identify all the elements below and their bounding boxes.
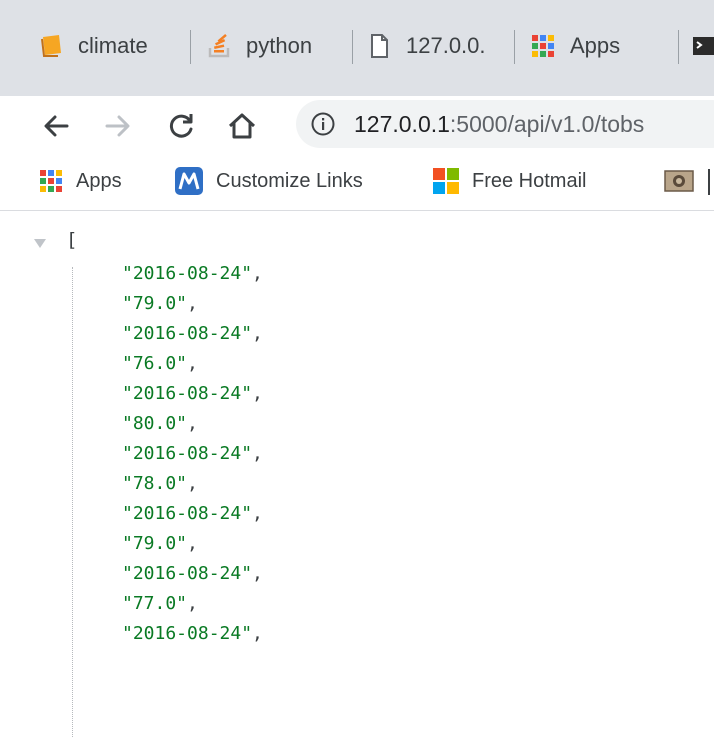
- json-string-value: "2016-08-24": [122, 383, 253, 404]
- json-string-value: "79.0": [122, 533, 188, 554]
- json-string-value: "2016-08-24": [122, 263, 253, 284]
- json-array-item: "79.0",: [122, 529, 263, 559]
- json-string-value: "2016-08-24": [122, 323, 253, 344]
- bookmark-label: Apps: [76, 169, 122, 192]
- bookmark-free-hotmail[interactable]: Free Hotmail: [432, 166, 586, 196]
- bookmark-label: Free Hotmail: [472, 169, 587, 192]
- browser-toolbar: 127.0.0.1:5000/api/v1.0/tobs: [0, 96, 714, 152]
- json-open-bracket: [: [66, 229, 78, 251]
- json-comma: ,: [252, 263, 263, 284]
- json-string-value: "78.0": [122, 473, 188, 494]
- json-comma: ,: [187, 293, 198, 314]
- tab-label: python: [246, 33, 313, 58]
- json-comma: ,: [252, 623, 263, 644]
- json-comma: ,: [252, 503, 263, 524]
- json-string-value: "2016-08-24": [122, 443, 253, 464]
- json-array-item: "2016-08-24",: [122, 559, 263, 589]
- json-string-value: "77.0": [122, 593, 188, 614]
- tab-separator: [514, 30, 515, 64]
- json-comma: ,: [187, 353, 198, 374]
- json-array-item: "77.0",: [122, 589, 263, 619]
- json-comma: ,: [252, 563, 263, 584]
- json-comma: ,: [187, 413, 198, 434]
- tab-apps[interactable]: Apps: [530, 22, 660, 70]
- json-string-value: "80.0": [122, 413, 188, 434]
- page-icon: [371, 34, 388, 58]
- url-path: :5000/api/v1.0/tobs: [449, 110, 645, 137]
- url-host: 127.0.0.1: [354, 110, 450, 137]
- json-array-item: "2016-08-24",: [122, 439, 263, 469]
- tab-python[interactable]: python: [206, 22, 346, 70]
- bookmark-customize-links[interactable]: Customize Links: [174, 166, 363, 196]
- json-string-value: "2016-08-24": [122, 503, 253, 524]
- json-array-item: "2016-08-24",: [122, 319, 263, 349]
- collapse-toggle-icon[interactable]: [34, 239, 46, 248]
- back-button[interactable]: [34, 104, 78, 148]
- m-logo-icon: [175, 167, 203, 195]
- tab-separator: [678, 30, 679, 64]
- json-comma: ,: [252, 323, 263, 344]
- apps-grid-icon: [532, 35, 554, 57]
- json-array-item: "2016-08-24",: [122, 259, 263, 289]
- json-array-item: "78.0",: [122, 469, 263, 499]
- bookmark-photo[interactable]: [664, 166, 694, 196]
- json-array-item: "79.0",: [122, 289, 263, 319]
- bookmark-label: Customize Links: [216, 169, 363, 192]
- json-array-item: "80.0",: [122, 409, 263, 439]
- tab-label: climate: [78, 33, 148, 58]
- forward-arrow-icon: [105, 115, 130, 137]
- tab-label: 127.0.0.: [406, 33, 486, 58]
- bookmark-divider: [708, 169, 710, 195]
- json-comma: ,: [252, 443, 263, 464]
- json-comma: ,: [187, 533, 198, 554]
- tab-separator: [190, 30, 191, 64]
- json-array-item: "2016-08-24",: [122, 619, 263, 649]
- json-array: "2016-08-24", "79.0", "2016-08-24", "76.0",…: [122, 259, 263, 649]
- home-button[interactable]: [220, 104, 264, 148]
- json-comma: ,: [252, 383, 263, 404]
- notebook-icon: [41, 35, 61, 57]
- apps-grid-icon: [40, 170, 62, 192]
- tab-separator: [352, 30, 353, 64]
- tab-label: Apps: [570, 33, 621, 58]
- home-icon: [228, 113, 256, 139]
- reload-icon: [169, 114, 193, 138]
- json-comma: ,: [187, 473, 198, 494]
- tab-localhost[interactable]: 127.0.0.: [366, 22, 506, 70]
- tab-terminal[interactable]: [692, 22, 714, 70]
- windows-logo-icon: [433, 168, 459, 194]
- terminal-icon: [693, 37, 714, 55]
- indent-guide: [72, 267, 73, 737]
- url-text[interactable]: 127.0.0.1:5000/api/v1.0/tobs: [354, 111, 644, 138]
- json-string-value: "79.0": [122, 293, 188, 314]
- forward-button[interactable]: [96, 104, 140, 148]
- address-bar[interactable]: 127.0.0.1:5000/api/v1.0/tobs: [296, 100, 714, 148]
- json-array-item: "2016-08-24",: [122, 379, 263, 409]
- json-array-item: "76.0",: [122, 349, 263, 379]
- reload-button[interactable]: [160, 104, 204, 148]
- bookmarks-bar: Apps Customize Links Free Hotmail: [0, 152, 714, 211]
- back-arrow-icon: [44, 115, 69, 137]
- json-array-item: "2016-08-24",: [122, 499, 263, 529]
- json-viewer: [ "2016-08-24", "79.0", "2016-08-24", "76.0…: [0, 211, 714, 737]
- json-comma: ,: [187, 593, 198, 614]
- tab-climate[interactable]: climate: [38, 22, 172, 70]
- info-icon[interactable]: [310, 111, 336, 137]
- json-string-value: "76.0": [122, 353, 188, 374]
- tab-strip: climate python 127.0.0. Apps: [0, 0, 714, 96]
- json-string-value: "2016-08-24": [122, 563, 253, 584]
- json-string-value: "2016-08-24": [122, 623, 253, 644]
- photo-icon: [664, 170, 694, 192]
- bookmark-apps[interactable]: Apps: [38, 166, 122, 196]
- stack-icon: [208, 34, 230, 58]
